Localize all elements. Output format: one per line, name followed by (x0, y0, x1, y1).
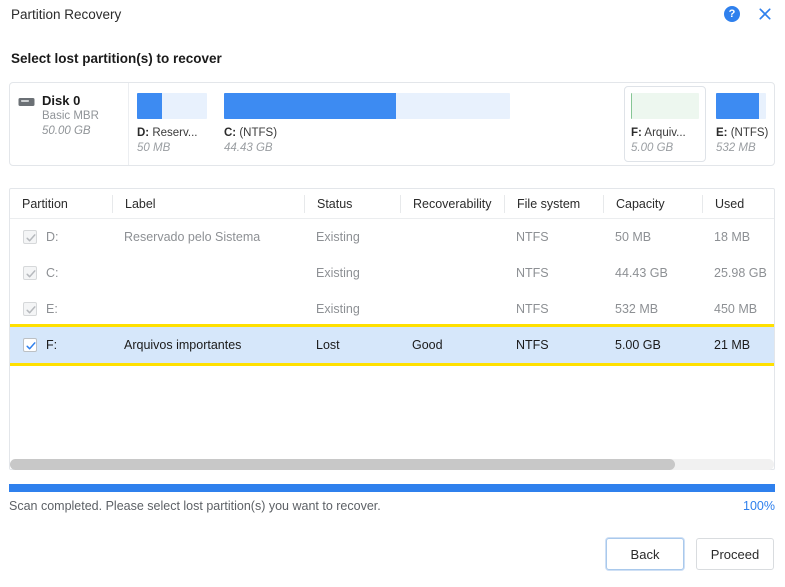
partition-usage-bar (716, 93, 766, 119)
table-body: D: Reservado pelo Sistema Existing NTFS 50 M… (10, 219, 774, 366)
cell-file-system: NTFS (516, 230, 549, 244)
disk-partition-card-d[interactable]: D: Reserv... 50 MB (130, 86, 214, 162)
cell-partition-letter: D: (46, 230, 59, 244)
partition-card-size: 5.00 GB (631, 142, 674, 154)
help-circle-icon[interactable]: ? (724, 6, 740, 22)
cell-label: Reservado pelo Sistema (124, 230, 261, 244)
partition-usage-fill (716, 93, 759, 119)
disk-partition-card-c[interactable]: C: (NTFS) 44.43 GB (217, 86, 517, 162)
cell-capacity: 5.00 GB (615, 338, 661, 352)
scrollbar-thumb[interactable] (10, 459, 675, 470)
cell-file-system: NTFS (516, 338, 549, 352)
row-checkbox[interactable] (23, 302, 37, 316)
progress-bar-track (9, 484, 775, 492)
column-header-used[interactable]: Used (702, 194, 774, 213)
disk-partition-card-f[interactable]: F: Arquiv... 5.00 GB (624, 86, 706, 162)
cell-used: 25.98 GB (714, 266, 767, 280)
cell-capacity: 532 MB (615, 302, 659, 316)
column-header-label[interactable]: Label (112, 194, 304, 213)
partition-table: Partition Label Status Recoverability File s… (9, 188, 775, 470)
cell-partition: D: (10, 230, 112, 244)
disk-type: Basic MBR (42, 110, 99, 123)
partition-card-size: 50 MB (137, 142, 171, 154)
partition-card-name: C: (NTFS) (224, 127, 278, 139)
disk-label-group: Disk 0 Basic MBR 50.00 GB (42, 92, 99, 165)
partition-card-size: 44.43 GB (224, 142, 273, 154)
titlebar-actions: ? (724, 6, 773, 22)
disk-partition-map: D: Reserv... 50 MB C: (NTFS) 44.43 GB F: Arq… (129, 83, 774, 165)
partition-usage-fill (631, 93, 633, 119)
cell-file-system: NTFS (516, 302, 549, 316)
partition-usage-bar (631, 93, 699, 119)
partition-usage-fill (224, 93, 396, 119)
window-titlebar: Partition Recovery ? (0, 0, 785, 33)
cell-status: Existing (316, 266, 360, 280)
partition-usage-bar (137, 93, 207, 119)
disk-partition-card-e[interactable]: E: (NTFS) 532 MB (709, 86, 773, 162)
partition-card-name: D: Reserv... (137, 127, 198, 139)
cell-partition-letter: C: (46, 266, 59, 280)
back-button[interactable]: Back (606, 538, 684, 570)
row-checkbox[interactable] (23, 338, 37, 352)
cell-status: Existing (316, 230, 360, 244)
table-row[interactable]: F: Arquivos importantes Lost Good NTFS 5.00 G… (10, 324, 774, 366)
column-header-file-system[interactable]: File system (504, 194, 603, 213)
table-row[interactable]: D: Reservado pelo Sistema Existing NTFS 50 M… (10, 219, 774, 255)
disk-map-panel: Disk 0 Basic MBR 50.00 GB D: Reserv... 50… (9, 82, 775, 166)
table-header-row: Partition Label Status Recoverability File s… (10, 189, 774, 219)
cell-partition: C: (10, 266, 112, 280)
table-row[interactable]: E: Existing NTFS 532 MB 450 MB (10, 291, 774, 327)
hard-disk-icon (18, 98, 35, 106)
window-title: Partition Recovery (11, 7, 122, 22)
partition-card-name: E: (NTFS) (716, 127, 769, 139)
status-message: Scan completed. Please select lost parti… (9, 499, 381, 513)
cell-status: Existing (316, 302, 360, 316)
horizontal-scrollbar[interactable] (10, 459, 774, 470)
cell-used: 450 MB (714, 302, 758, 316)
partition-usage-fill (137, 93, 163, 119)
cell-partition-letter: F: (46, 338, 58, 352)
cell-used: 21 MB (714, 338, 751, 352)
page-title: Select lost partition(s) to recover (11, 51, 222, 66)
cell-used: 18 MB (714, 230, 751, 244)
column-header-recoverability[interactable]: Recoverability (400, 194, 504, 213)
partition-card-name: F: Arquiv... (631, 127, 686, 139)
cell-recoverability: Good (412, 338, 443, 352)
progress-percent-label: 100% (743, 499, 775, 513)
cell-partition: F: (10, 338, 112, 352)
cell-status: Lost (316, 338, 340, 352)
disk-info: Disk 0 Basic MBR 50.00 GB (10, 83, 129, 165)
cell-file-system: NTFS (516, 266, 549, 280)
progress-bar-fill (9, 484, 775, 492)
column-header-capacity[interactable]: Capacity (603, 194, 702, 213)
proceed-button[interactable]: Proceed (696, 538, 774, 570)
row-checkbox[interactable] (23, 230, 37, 244)
dialog-footer: Back Proceed (606, 538, 774, 570)
disk-size: 50.00 GB (42, 125, 91, 138)
status-line: Scan completed. Please select lost parti… (9, 499, 775, 513)
cell-partition: E: (10, 302, 112, 316)
cell-partition-letter: E: (46, 302, 58, 316)
cell-capacity: 44.43 GB (615, 266, 668, 280)
disk-name: Disk 0 (42, 93, 81, 108)
column-header-partition[interactable]: Partition (10, 195, 112, 213)
row-checkbox[interactable] (23, 266, 37, 280)
cell-capacity: 50 MB (615, 230, 652, 244)
column-header-status[interactable]: Status (304, 194, 400, 213)
close-icon[interactable] (757, 6, 773, 22)
partition-usage-bar (224, 93, 510, 119)
cell-label: Arquivos importantes (124, 338, 242, 352)
partition-card-size: 532 MB (716, 142, 756, 154)
table-row[interactable]: C: Existing NTFS 44.43 GB 25.98 GB (10, 255, 774, 291)
